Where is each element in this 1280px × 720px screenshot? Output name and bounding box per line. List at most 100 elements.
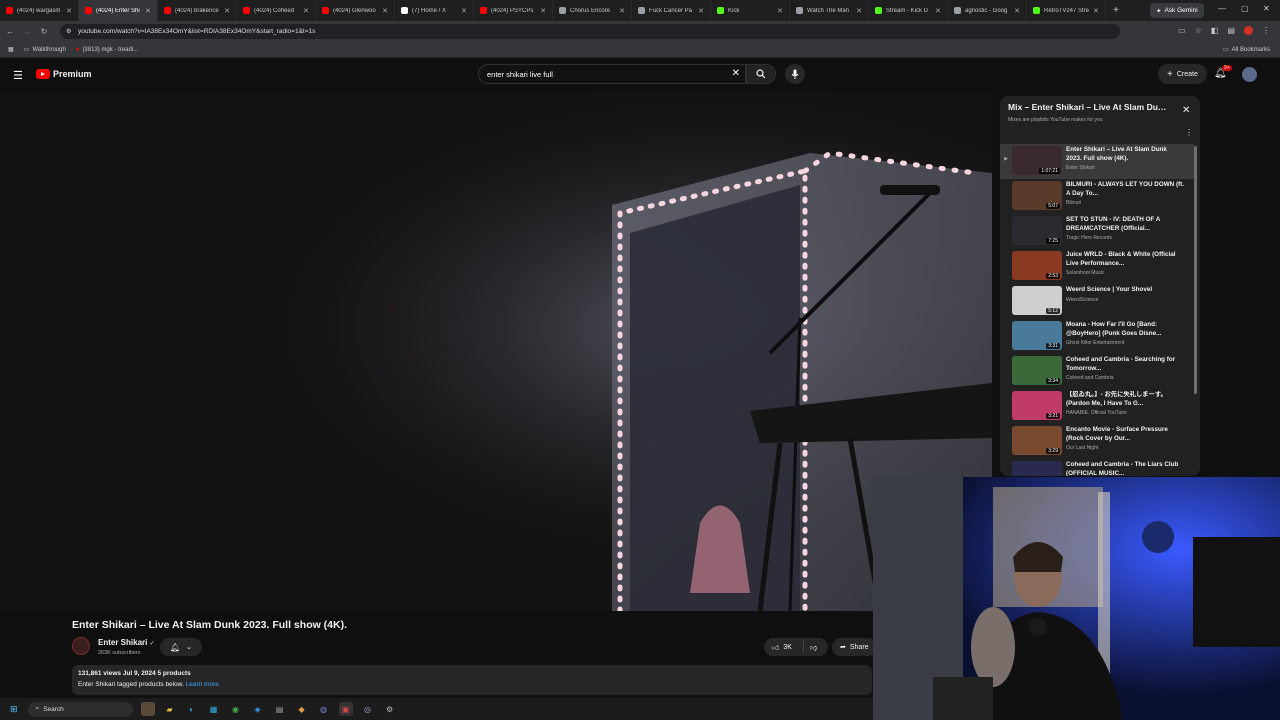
store-icon[interactable]: ▦ [207,702,221,716]
browser-tab[interactable]: Kick ✕ [711,0,790,21]
app-icon[interactable]: ◈ [251,702,265,716]
video-player[interactable] [0,93,992,611]
tab-close-icon[interactable]: ✕ [935,7,941,15]
create-button[interactable]: + Create [1158,64,1207,84]
browser-tab[interactable]: (4024) Enter Shi ✕ [79,0,158,21]
playlist-item[interactable]: 2:53 Juice WRLD - Black & White (Official… [1000,249,1194,284]
playlist-thumbnail[interactable]: 5:07 [1012,181,1062,210]
tab-close-icon[interactable]: ✕ [540,7,546,15]
menu-kebab-icon[interactable]: ⋮ [1262,26,1270,35]
playlist-thumbnail[interactable]: 3:29 [1012,426,1062,455]
hamburger-menu-icon[interactable]: ☰ [13,69,23,82]
browser-tab[interactable]: (4024) wargasm ✕ [0,0,79,21]
playlist-thumbnail[interactable]: 3:21 [1012,391,1062,420]
account-avatar[interactable] [1242,67,1257,82]
playlist-item[interactable]: 3:34 Coheed and Cambria - Searching for T… [1000,354,1194,389]
playlist-thumbnail[interactable]: 1:07:21 [1012,146,1062,175]
windows-start-icon[interactable]: ⊞ [10,704,18,715]
channel-name[interactable]: Enter Shikari ✓ [98,638,155,647]
browser-tab[interactable]: agnostic - Goog ✕ [948,0,1027,21]
close-icon[interactable]: ✕ [1182,105,1190,116]
browser-tab[interactable]: (4024) Glenwoo ✕ [316,0,395,21]
url-field[interactable]: ⚙ youtube.com/watch?v=IA38Ex34OmY&list=R… [60,24,1120,39]
playlist-item[interactable]: 3:31 Moana - How Far I'll Go [Band: @BoyH… [1000,319,1194,354]
forward-icon[interactable]: → [20,27,34,36]
discord-icon[interactable]: ◍ [317,702,331,716]
playlist-item[interactable]: 3:29 Encanto Movie - Surface Pressure (Ro… [1000,424,1194,459]
channel-avatar[interactable] [72,637,90,655]
tab-close-icon[interactable]: ✕ [461,7,467,15]
sidepanel-icon[interactable]: ▤ [1227,26,1235,35]
file-explorer-icon[interactable]: ▰ [163,702,177,716]
browser-tab[interactable]: (4024) PSYCPs ✕ [474,0,553,21]
chrome-icon[interactable]: ◉ [229,702,243,716]
bookmark-walkthrough[interactable]: ▭ Walkthrough [24,46,66,54]
edge-icon[interactable]: ◐ [185,702,199,716]
subscription-bell-button[interactable]: 🔔︎ ⌄ [160,638,202,656]
browser-tab[interactable]: Watch The Man ✕ [790,0,869,21]
calculator-icon[interactable]: ▤ [273,702,287,716]
bookmark-star-icon[interactable]: ☆ [1195,26,1202,35]
playlist-thumbnail[interactable]: 3:34 [1012,356,1062,385]
youtube-logo[interactable]: Premium [36,69,92,79]
search-button[interactable] [746,64,776,84]
browser-tab[interactable]: Chorus Encore ✕ [553,0,632,21]
back-icon[interactable]: ← [3,27,17,36]
tab-close-icon[interactable]: ✕ [66,7,72,15]
playlist-item[interactable]: ▶ 1:07:21 Enter Shikari – Live At Slam Dun… [1000,144,1194,179]
maximize-icon[interactable]: ▢ [1241,4,1249,13]
reload-icon[interactable]: ↻ [37,27,51,36]
window-close-icon[interactable]: ✕ [1263,4,1270,13]
cast-icon[interactable]: ▭ [1178,26,1186,35]
settings-icon[interactable]: ⚙ [383,702,397,716]
playlist-title[interactable]: Mix – Enter Shikari – Live At Slam Dunk … [1008,102,1168,112]
playlist-thumbnail[interactable]: 2:53 [1012,251,1062,280]
playlist-item[interactable]: 5:12 Weerd Science | Your Shovel WeerdScie… [1000,284,1194,319]
search-input[interactable]: enter shikari live full ✕ [478,64,746,84]
new-tab-icon[interactable]: + [1106,5,1126,16]
clear-search-icon[interactable]: ✕ [732,68,740,79]
learn-more-link[interactable]: Learn more [186,681,219,688]
browser-tab[interactable]: (7) Home / X ✕ [395,0,474,21]
browser-tab[interactable]: (4024) Coheed ✕ [237,0,316,21]
tab-close-icon[interactable]: ✕ [1014,7,1020,15]
tab-close-icon[interactable]: ✕ [698,7,704,15]
dislike-button[interactable]: 👎︎ [804,643,817,652]
share-button[interactable]: ➦ Share [832,638,877,656]
playlist-thumbnail[interactable]: 3:31 [1012,321,1062,350]
description-box[interactable]: 131,861 views Jul 9, 2024 5 products Ent… [72,665,872,695]
playlist-item[interactable]: Coheed and Cambria - The Liars Club (OFF… [1000,459,1194,476]
playlist-thumbnail[interactable]: 5:12 [1012,286,1062,315]
tab-close-icon[interactable]: ✕ [1093,7,1099,15]
app3-icon[interactable]: ▣ [338,702,353,716]
browser-tab[interactable]: (4024) brakence ✕ [158,0,237,21]
widget-icon[interactable] [140,702,155,716]
ask-gemini-button[interactable]: ✦ Ask Gemini [1150,3,1204,18]
more-options-icon[interactable]: ⋮ [1185,128,1193,137]
tab-close-icon[interactable]: ✕ [303,7,309,15]
tab-close-icon[interactable]: ✕ [382,7,388,15]
playlist-thumbnail[interactable]: 7:25 [1012,216,1062,245]
playlist-item[interactable]: 7:25 SET TO STUN - IV: DEATH OF A DREAMCA… [1000,214,1194,249]
browser-tab[interactable]: Fuck Cancer Pa ✕ [632,0,711,21]
playlist-thumbnail[interactable] [1012,461,1062,476]
browser-tab[interactable]: RetroTV247 Stre ✕ [1027,0,1106,21]
minimize-icon[interactable]: — [1218,4,1226,13]
app2-icon[interactable]: ◆ [295,702,309,716]
site-info-icon[interactable]: ⚙ [66,28,71,35]
tab-close-icon[interactable]: ✕ [145,7,151,15]
steam-icon[interactable]: ◎ [361,702,375,716]
taskbar-search[interactable]: ⌕ Search [27,701,133,717]
extensions-icon[interactable]: ◧ [1211,26,1219,35]
profile-icon[interactable] [1244,26,1253,35]
tab-close-icon[interactable]: ✕ [619,7,625,15]
bookmark-mgk[interactable]: ● (3813) mgk - treadi... [76,47,138,53]
playlist-item[interactable]: 5:07 BILMURI - ALWAYS LET YOU DOWN (ft. A… [1000,179,1194,214]
tab-close-icon[interactable]: ✕ [777,7,783,15]
playlist-scrollbar[interactable] [1194,146,1197,394]
voice-search-button[interactable] [785,64,805,84]
browser-tab[interactable]: Stream - Kick D ✕ [869,0,948,21]
apps-grid-icon[interactable]: ▦ [8,46,14,53]
playlist-item[interactable]: 3:21 【忍ゐ丸。】- お先に失礼しまーす。 (Pardon Me, I Hav… [1000,389,1194,424]
all-bookmarks[interactable]: ▭ All Bookmarks [1223,46,1270,54]
